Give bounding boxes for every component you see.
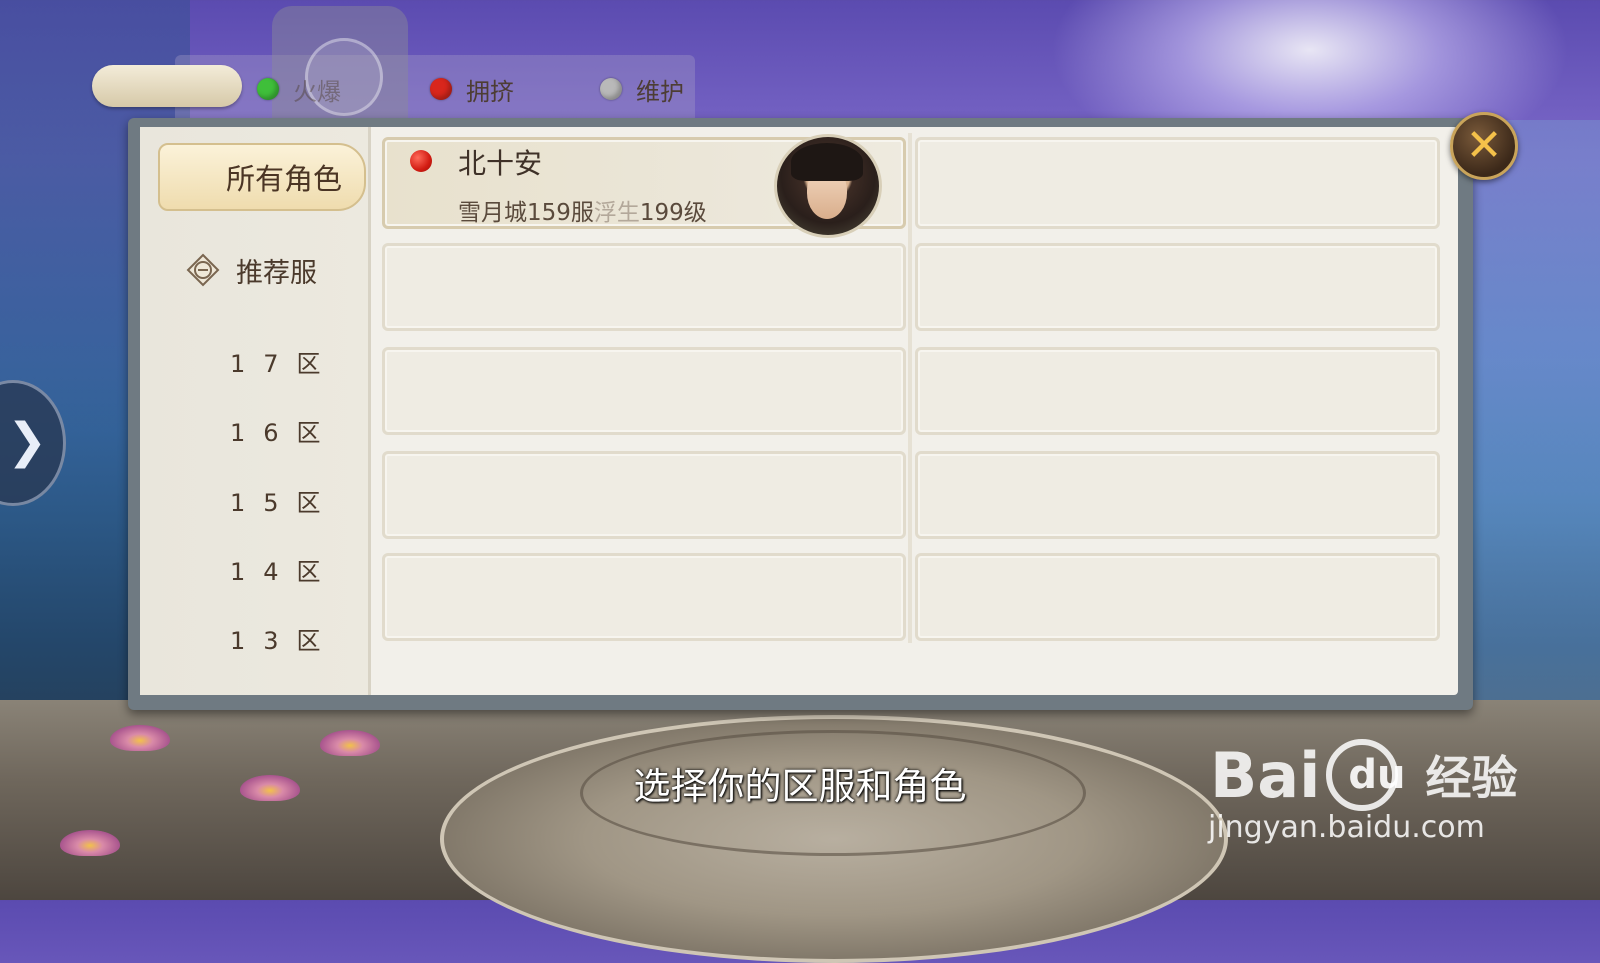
tab-recommended-servers[interactable]: 推荐服	[186, 248, 317, 292]
status-hot-label: 火爆	[293, 77, 341, 106]
close-button[interactable]: ✕	[1450, 112, 1518, 180]
zone-17[interactable]: 17区	[230, 344, 339, 380]
status-crowded-label: 拥挤	[466, 77, 514, 106]
character-server-info: 雪月城159服浮生199级	[458, 193, 707, 227]
character-level: 199级	[639, 200, 707, 226]
character-rebirth: 浮生	[593, 200, 640, 226]
logo-du: du	[1348, 752, 1406, 798]
lotus-flower	[110, 725, 170, 751]
tab-all-characters[interactable]: 所有角色	[158, 143, 366, 211]
empty-slot	[915, 243, 1440, 331]
cloud-ornament	[92, 65, 242, 107]
status-hot-dot	[257, 78, 279, 100]
empty-slot	[382, 347, 906, 435]
empty-slot	[915, 137, 1440, 229]
lotus-flower	[320, 730, 380, 756]
baidu-jingyan-logo: Bai du 经验	[1210, 738, 1518, 812]
character-status-dot	[410, 150, 432, 172]
status-crowded-dot	[430, 78, 452, 100]
character-name: 北十安	[458, 147, 543, 180]
chevron-right-icon: ❯	[7, 413, 48, 469]
server-sidebar	[140, 127, 371, 695]
empty-slot	[915, 553, 1440, 641]
watermark-url: jingyan.baidu.com	[1208, 810, 1485, 845]
empty-slot	[382, 553, 906, 641]
empty-slot	[915, 451, 1440, 539]
avatar-hair	[791, 143, 863, 181]
logo-bai: Bai	[1210, 738, 1321, 812]
status-maintenance: 维护	[600, 73, 684, 106]
status-hot: 火爆	[257, 73, 341, 106]
logo-jingyan: 经验	[1425, 751, 1518, 805]
zone-13[interactable]: 13区	[230, 621, 339, 657]
tab-all-characters-label: 所有角色	[225, 162, 342, 196]
grid-divider	[908, 133, 912, 643]
character-server: 雪月城159服	[458, 200, 594, 226]
recommend-badge-icon	[186, 253, 220, 287]
empty-slot	[382, 243, 906, 331]
lotus-flower	[60, 830, 120, 856]
close-icon: ✕	[1465, 120, 1503, 171]
zone-16[interactable]: 16区	[230, 413, 339, 449]
empty-slot	[915, 347, 1440, 435]
zone-14[interactable]: 14区	[230, 552, 339, 588]
status-maintenance-dot	[600, 78, 622, 100]
empty-slot	[382, 451, 906, 539]
zone-15[interactable]: 15区	[230, 483, 339, 519]
character-avatar	[774, 134, 882, 238]
tab-recommended-label: 推荐服	[236, 257, 317, 289]
status-crowded: 拥挤	[430, 73, 514, 106]
status-maintenance-label: 维护	[636, 77, 684, 106]
